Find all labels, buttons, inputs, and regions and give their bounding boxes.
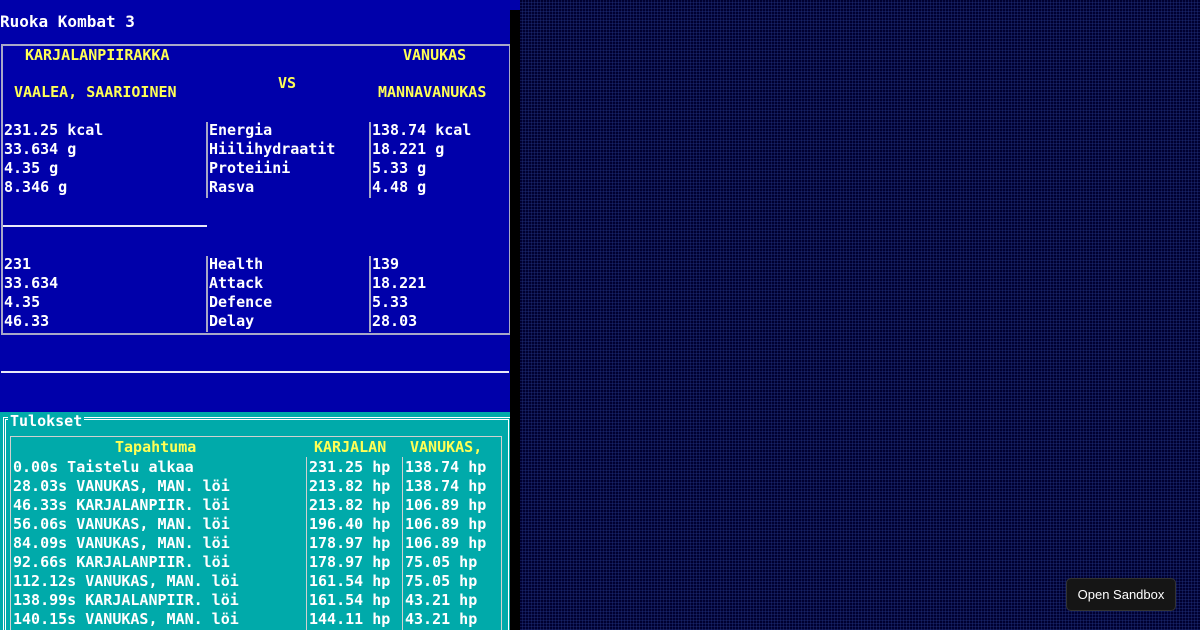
table-cell-right-hp: 43.21 hp [405,610,478,628]
left-stat-defence: 4.35 [4,293,41,311]
table-cell-left-hp: 161.54 hp [309,591,391,609]
nutrients-divider-right [369,122,371,198]
table-cell-right-hp: 75.05 hp [405,572,478,590]
app-title: Ruoka Kombat 3 [0,12,135,31]
table-cell-left-hp: 213.82 hp [309,477,391,495]
table-cell-right-hp: 106.89 hp [405,534,487,552]
table-cell-right-hp: 138.74 hp [405,477,487,495]
left-nutrient-energy: 231.25 kcal [4,121,104,139]
table-cell-left-hp: 196.40 hp [309,515,391,533]
table-cell-left-hp: 178.97 hp [309,553,391,571]
left-stat-health: 231 [4,255,32,273]
left-nutrient-fat: 8.346 g [4,178,68,196]
stat-label-defence: Defence [209,293,273,311]
stat-label-health: Health [209,255,264,273]
table-row: 140.15s VANUKAS, MAN. löi [13,610,239,628]
left-fighter-brand: VAALEA, SAARIOINEN [14,83,177,101]
right-stat-defence: 5.33 [372,293,409,311]
left-nutrient-carbs: 33.634 g [4,140,77,158]
right-nutrient-fat: 4.48 g [372,178,427,196]
nutrient-label-fat: Rasva [209,178,255,196]
right-stat-attack: 18.221 [372,274,427,292]
table-row: 84.09s VANUKAS, MAN. löi [13,534,230,552]
nutrient-label-carbs: Hiilihydraatit [209,140,336,158]
results-header-left: KARJALAN [314,438,387,456]
right-stat-delay: 28.03 [372,312,418,330]
left-fighter-name: KARJALANPIIRAKKA [25,46,170,64]
results-header-right: VANUKAS, [410,438,483,456]
separator-full [1,371,509,373]
separator-short [3,225,207,227]
table-cell-left-hp: 231.25 hp [309,458,391,476]
vs-label: VS [278,74,297,92]
nutrients-divider-left [206,122,208,198]
pane-divider[interactable] [510,0,520,630]
stats-divider-left [206,256,208,332]
left-stat-delay: 46.33 [4,312,50,330]
table-row: 92.66s KARJALANPIIR. löi [13,553,230,571]
results-header-event: Tapahtuma [115,438,197,456]
table-cell-left-hp: 178.97 hp [309,534,391,552]
stat-label-delay: Delay [209,312,255,330]
table-cell-left-hp: 161.54 hp [309,572,391,590]
right-nutrient-carbs: 18.221 g [372,140,445,158]
results-divider-right [402,457,403,630]
table-cell-right-hp: 138.74 hp [405,458,487,476]
table-cell-right-hp: 106.89 hp [405,496,487,514]
right-fighter-brand: MANNAVANUKAS [378,83,487,101]
stats-divider-right [369,256,371,332]
results-divider-left [306,457,307,630]
left-nutrient-protein: 4.35 g [4,159,59,177]
table-row: 56.06s VANUKAS, MAN. löi [13,515,230,533]
right-nutrient-protein: 5.33 g [372,159,427,177]
table-row: 0.00s Taistelu alkaa [13,458,194,476]
table-cell-right-hp: 75.05 hp [405,553,478,571]
table-row: 46.33s KARJALANPIIR. löi [13,496,230,514]
nutrient-label-energy: Energia [209,121,273,139]
results-caption: Tulokset [8,412,85,431]
open-sandbox-button[interactable]: Open Sandbox [1066,578,1176,611]
right-nutrient-energy: 138.74 kcal [372,121,472,139]
table-row: 28.03s VANUKAS, MAN. löi [13,477,230,495]
table-cell-right-hp: 43.21 hp [405,591,478,609]
nutrient-label-protein: Proteiini [209,159,291,177]
app-window: Ruoka Kombat 3 KARJALANPIIRAKKA VAALEA, … [0,0,510,630]
table-cell-left-hp: 144.11 hp [309,610,391,628]
left-stat-attack: 33.634 [4,274,59,292]
table-row: 112.12s VANUKAS, MAN. löi [13,572,239,590]
right-stat-health: 139 [372,255,400,273]
stat-label-attack: Attack [209,274,264,292]
table-cell-left-hp: 213.82 hp [309,496,391,514]
table-cell-right-hp: 106.89 hp [405,515,487,533]
right-fighter-name: VANUKAS [403,46,467,64]
table-row: 138.99s KARJALANPIIR. löi [13,591,239,609]
